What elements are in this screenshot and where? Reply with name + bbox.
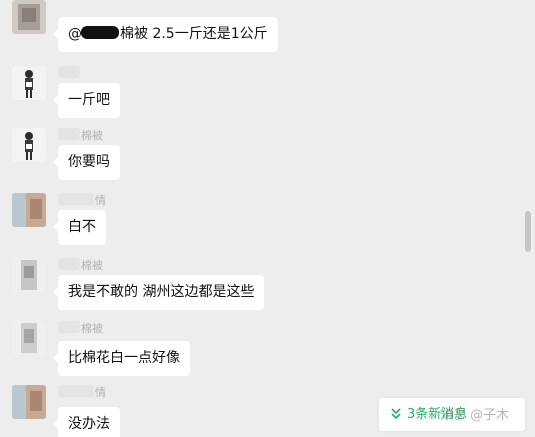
- redacted-sender: [58, 128, 80, 140]
- chat-message: 棉被 你要吗: [12, 128, 312, 180]
- double-chevron-down-icon: [391, 408, 401, 420]
- avatar[interactable]: [12, 321, 46, 355]
- chat-message-area[interactable]: @ 棉被 2.5一斤还是1公斤 一斤吧 棉被 你要吗 情 白不 棉被 我是不敢的…: [0, 0, 535, 437]
- message-text: 没办法: [68, 416, 110, 432]
- chat-message: 棉被 比棉花白一点好像: [12, 321, 312, 376]
- message-bubble[interactable]: 白不: [53, 210, 106, 245]
- redacted-sender: [58, 385, 94, 397]
- message-text: 我是不敢的 湖州这边都是这些: [68, 284, 255, 300]
- redacted-sender: [58, 193, 94, 205]
- message-text: 白不: [68, 219, 96, 235]
- scrollbar-thumb[interactable]: [525, 211, 531, 252]
- redacted-sender: [58, 66, 80, 78]
- message-text: 你要吗: [68, 154, 110, 170]
- redacted-sender: [58, 321, 80, 333]
- message-text: 一斤吧: [68, 92, 110, 108]
- sender-name: 棉被: [58, 128, 103, 142]
- new-messages-button[interactable]: 3条新消息: [379, 398, 525, 431]
- mention-prefix: @: [68, 26, 82, 42]
- message-bubble[interactable]: 一斤吧: [53, 83, 120, 118]
- redacted-sender: [58, 258, 80, 270]
- avatar[interactable]: [12, 258, 46, 292]
- avatar[interactable]: [12, 193, 46, 227]
- chat-message: 一斤吧: [12, 66, 312, 118]
- chat-message: @ 棉被 2.5一斤还是1公斤: [12, 0, 312, 52]
- message-bubble[interactable]: 你要吗: [53, 145, 120, 180]
- sender-name: 棉被: [58, 321, 103, 335]
- new-messages-label: 3条新消息: [407, 407, 468, 422]
- redacted-name: [81, 26, 119, 39]
- chat-message: 情 白不: [12, 193, 312, 245]
- chat-message: 棉被 我是不敢的 湖州这边都是这些: [12, 258, 312, 310]
- avatar[interactable]: [12, 128, 46, 162]
- avatar[interactable]: [12, 0, 46, 34]
- sender-name: 情: [58, 193, 106, 207]
- message-bubble[interactable]: 我是不敢的 湖州这边都是这些: [52, 275, 265, 310]
- avatar[interactable]: [12, 66, 46, 100]
- sender-name: 情: [58, 385, 106, 399]
- message-bubble[interactable]: 没办法: [53, 407, 120, 437]
- chat-message: 情 没办法: [12, 385, 312, 437]
- sender-name: [58, 66, 81, 80]
- message-text: 比棉花白一点好像: [68, 350, 180, 366]
- sender-name: 棉被: [58, 258, 103, 272]
- avatar[interactable]: [12, 385, 46, 419]
- message-text: 棉被 2.5一斤还是1公斤: [120, 26, 268, 42]
- message-bubble[interactable]: @ 棉被 2.5一斤还是1公斤: [53, 17, 278, 52]
- message-bubble[interactable]: 比棉花白一点好像: [53, 341, 190, 376]
